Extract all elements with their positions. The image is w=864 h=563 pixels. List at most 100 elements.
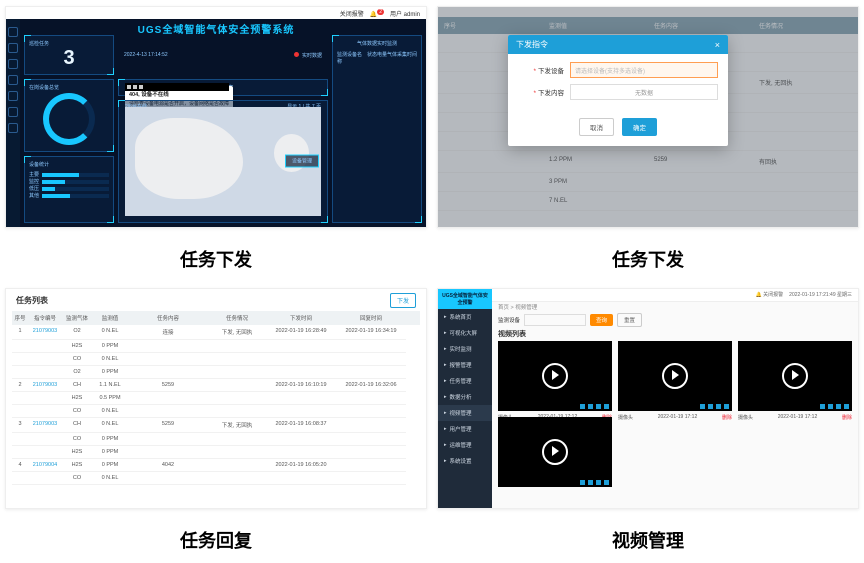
media-playbar[interactable] <box>125 83 229 91</box>
tooltip-title: 404, 设备不在线 <box>129 90 229 98</box>
task-id-link[interactable] <box>28 366 62 379</box>
chevron-right-icon: ▸ <box>444 362 447 368</box>
task-id-link[interactable]: 21079003 <box>28 418 62 433</box>
task-id-link[interactable]: 21079003 <box>28 379 62 392</box>
video-name: 摄像头 <box>738 414 753 421</box>
issue-command-modal: 下发指令 × *下发设备 请选择设备(支持多选设备) *下发内容 无数据 取消 … <box>508 35 728 146</box>
nav-icon[interactable] <box>8 123 18 133</box>
user-label: 用户 admin <box>390 9 420 18</box>
sidebar-item[interactable]: ▸系统首页 <box>438 309 492 325</box>
video-controls[interactable] <box>498 403 612 411</box>
nav-icon[interactable] <box>8 43 18 53</box>
col-header: 任务内容 <box>128 311 208 325</box>
video-grid: 摄像头2022-01-19 17:12删除摄像头2022-01-19 17:12… <box>498 341 852 487</box>
dashboard-screenshot: 关闭报警 🔔2 用户 admin UGS全域智能气体安全预警系统 2022-4-… <box>5 6 427 228</box>
content-select[interactable]: 无数据 <box>570 84 718 100</box>
bar-label: 其他 <box>29 192 39 199</box>
video-date: 2022-01-19 17:12 <box>658 414 697 421</box>
breadcrumb: 首页 > 视频管理 <box>498 303 537 311</box>
play-icon[interactable] <box>542 363 568 389</box>
close-icon[interactable]: × <box>715 40 720 50</box>
dashboard-meta-bar: 2022-4-13 17:14:52 实时数据 <box>118 35 328 75</box>
video-controls[interactable] <box>618 403 732 411</box>
bar-label: 低压 <box>29 185 39 192</box>
task-id-link[interactable] <box>28 340 62 353</box>
table-row: CO0 N.EL <box>12 353 420 366</box>
video-thumbnail[interactable]: 摄像头2022-01-19 17:12删除 <box>618 341 732 411</box>
admin-sidebar: UGS全域智能气体安全预警 ▸系统首页▸可视化大屏▸实时监测▸报警管理▸任务管理… <box>438 289 492 509</box>
nav-icon[interactable] <box>8 27 18 37</box>
panel-title: 设备统计 <box>29 161 109 168</box>
bar-chart-icon <box>42 194 109 198</box>
volume-icon[interactable] <box>139 85 143 89</box>
table-row: 421079004H2S0 PPM40422022-01-19 16:05:20 <box>12 459 420 472</box>
play-icon[interactable] <box>127 85 131 89</box>
task-id-link[interactable] <box>28 392 62 405</box>
chevron-right-icon: ▸ <box>444 442 447 448</box>
video-controls[interactable] <box>498 479 612 487</box>
close-alarm-link[interactable]: 关闭报警 <box>340 9 364 18</box>
clock-label: 2022-01-19 17:21:49 星期三 <box>789 291 852 298</box>
sidebar-item[interactable]: ▸实时监测 <box>438 341 492 357</box>
realtime-panel: 在岗设备总览 <box>24 79 114 152</box>
sidebar-item[interactable]: ▸运维管理 <box>438 437 492 453</box>
caption: 任务下发 <box>180 246 252 272</box>
nav-icon[interactable] <box>8 91 18 101</box>
col-header: 气体 <box>387 51 397 65</box>
panel-title: 巡检任务 <box>29 40 109 47</box>
table-row: CO0 N.EL <box>12 405 420 418</box>
new-task-button[interactable]: 下发 <box>390 293 416 308</box>
table-row: 321079003CH0 N.EL5259下发, 无回执2022-01-19 1… <box>12 418 420 433</box>
filter-label: 监测设备 <box>498 316 520 324</box>
device-filter-input[interactable] <box>524 314 586 326</box>
sidebar-item[interactable]: ▸系统设置 <box>438 453 492 469</box>
col-header: 电量 <box>377 51 387 65</box>
col-header: 监测气体 <box>62 311 92 325</box>
col-header: 回复时间 <box>336 311 406 325</box>
table-row: 221079003CH1.1 N.EL52592022-01-19 16:10:… <box>12 379 420 392</box>
sidebar-item[interactable]: ▸数据分析 <box>438 389 492 405</box>
video-controls[interactable] <box>738 403 852 411</box>
sidebar-item[interactable]: ▸视频管理 <box>438 405 492 421</box>
video-thumbnail[interactable]: 摄像头2022-01-19 17:12删除 <box>498 341 612 411</box>
sidebar-item[interactable]: ▸用户管理 <box>438 421 492 437</box>
device-label: 下发设备 <box>538 68 564 75</box>
task-id-link[interactable] <box>28 433 62 446</box>
task-id-link[interactable] <box>28 353 62 366</box>
pause-icon[interactable] <box>133 85 137 89</box>
dashboard-topbar: 关闭报警 🔔2 用户 admin <box>6 7 426 19</box>
play-icon[interactable] <box>662 363 688 389</box>
bar-chart-icon <box>42 180 109 184</box>
sidebar-item[interactable]: ▸报警管理 <box>438 357 492 373</box>
chevron-right-icon: ▸ <box>444 330 447 336</box>
device-manage-button[interactable]: 设备管理 <box>285 155 319 168</box>
task-id-link[interactable] <box>28 446 62 459</box>
donut-chart-icon <box>43 93 95 145</box>
sidebar-item[interactable]: ▸可视化大屏 <box>438 325 492 341</box>
play-icon[interactable] <box>542 439 568 465</box>
task-id-link[interactable]: 21079003 <box>28 325 62 340</box>
nav-icon[interactable] <box>8 75 18 85</box>
task-id-link[interactable]: 21079004 <box>28 459 62 472</box>
cancel-button[interactable]: 取消 <box>579 118 614 136</box>
dashboard-sidebar <box>6 19 20 227</box>
delete-link[interactable]: 删除 <box>722 414 732 421</box>
device-select[interactable]: 请选择设备(支持多选设备) <box>570 62 718 78</box>
video-thumbnail[interactable]: 摄像头2022-01-19 17:12删除 <box>738 341 852 411</box>
search-button[interactable]: 查询 <box>590 314 613 326</box>
close-alarm-link[interactable]: 🔔 关闭报警 <box>756 291 784 298</box>
ok-button[interactable]: 确定 <box>622 118 657 136</box>
task-id-link[interactable] <box>28 472 62 485</box>
chevron-right-icon: ▸ <box>444 410 447 416</box>
task-id-link[interactable] <box>28 405 62 418</box>
reset-button[interactable]: 重置 <box>617 313 642 327</box>
video-thumbnail[interactable] <box>498 417 612 487</box>
nav-icon[interactable] <box>8 107 18 117</box>
chevron-right-icon: ▸ <box>444 378 447 384</box>
nav-icon[interactable] <box>8 59 18 69</box>
play-icon[interactable] <box>782 363 808 389</box>
delete-link[interactable]: 删除 <box>842 414 852 421</box>
bell-icon[interactable]: 🔔2 <box>370 9 384 18</box>
table-row: H2S0 PPM <box>12 446 420 459</box>
sidebar-item[interactable]: ▸任务管理 <box>438 373 492 389</box>
